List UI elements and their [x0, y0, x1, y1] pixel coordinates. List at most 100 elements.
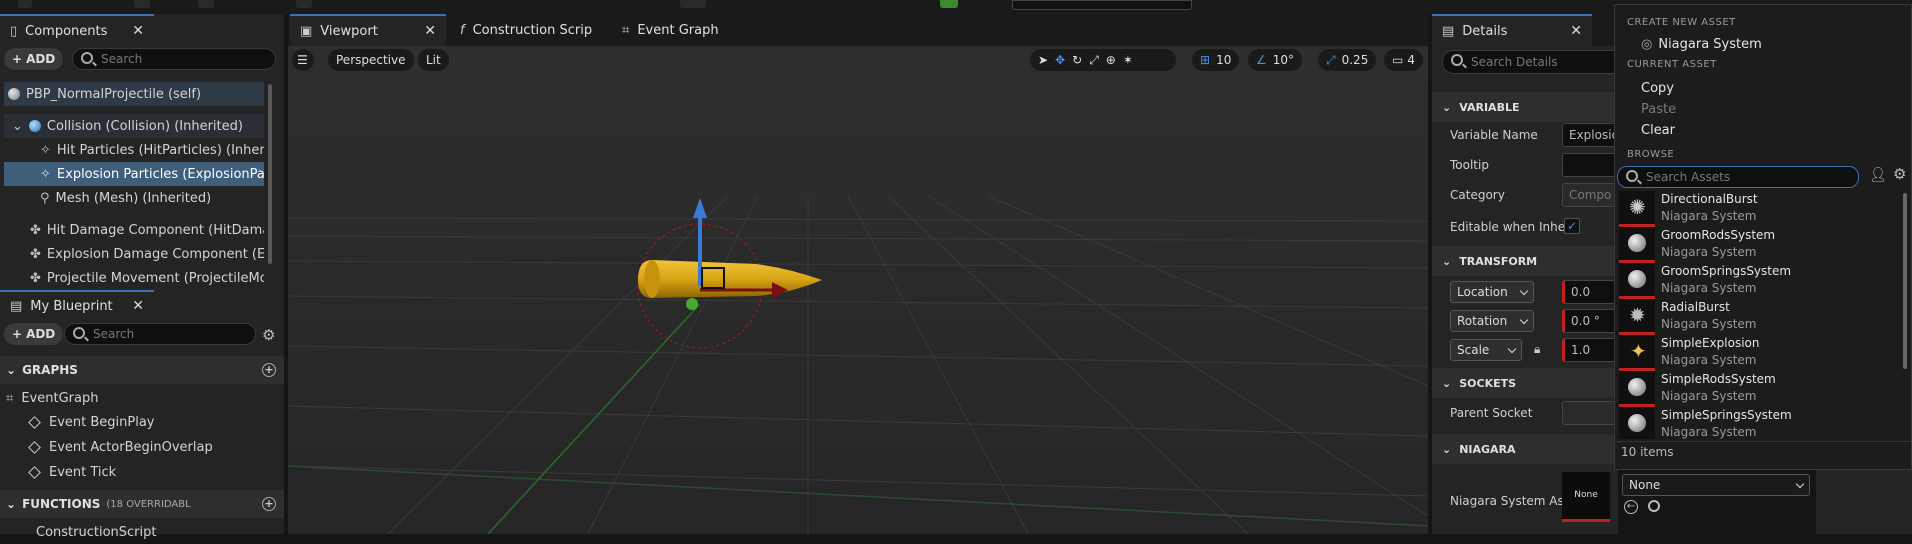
- view-mode-button[interactable]: Lit: [418, 49, 449, 71]
- niagara-section-header[interactable]: ⌄ NIAGARA: [1432, 434, 1618, 464]
- perspective-button[interactable]: Perspective: [328, 49, 414, 71]
- chevron-down-icon[interactable]: ⌄: [12, 119, 23, 134]
- details-search-input[interactable]: Search Details: [1442, 50, 1618, 74]
- rotation-x-input[interactable]: 0.0 °: [1562, 309, 1618, 333]
- tree-row-explosion-damage[interactable]: ✤ Explosion Damage Component (ExplosionDa…: [30, 242, 264, 266]
- scale-x-input[interactable]: 1.0: [1562, 338, 1618, 362]
- asset-list-scrollbar[interactable]: [1903, 193, 1907, 369]
- close-icon[interactable]: ✕: [132, 298, 144, 314]
- tree-row-projectile-movement[interactable]: ✤ Projectile Movement (ProjectileMovement…: [30, 266, 264, 290]
- tree-row-hit-particles[interactable]: ✧ Hit Particles (HitParticles) (Inherited…: [40, 138, 264, 162]
- scale-label: Scale: [1457, 343, 1490, 357]
- event-item-actorbeginoverlap[interactable]: Event ActorBeginOverlap: [0, 435, 284, 459]
- variable-name-input[interactable]: Explosio: [1562, 123, 1618, 147]
- functions-section-header[interactable]: ⌄ FUNCTIONS (18 OVERRIDABL +: [0, 490, 284, 518]
- world-icon[interactable]: ⊕: [1106, 53, 1123, 67]
- rotation-snap-value: 10°: [1272, 53, 1295, 67]
- move-icon[interactable]: ✥: [1055, 53, 1072, 67]
- search-icon[interactable]: [1648, 500, 1660, 512]
- viewport-menu-button[interactable]: ☰: [292, 49, 314, 71]
- gizmo-pivot[interactable]: [686, 298, 698, 310]
- add-blueprint-button[interactable]: + ADD: [4, 323, 64, 345]
- tab-components[interactable]: ▯ Components ✕: [0, 14, 154, 46]
- tree-row-explosion-particles[interactable]: ✧ Explosion Particles (ExplosionParticles…: [4, 162, 264, 186]
- copy-menu-item[interactable]: Copy: [1641, 81, 1674, 96]
- close-icon[interactable]: ✕: [424, 23, 436, 39]
- tab-event-graph[interactable]: ⌗ Event Graph: [612, 14, 762, 46]
- asset-type: Niagara System: [1661, 425, 1757, 439]
- user-icon[interactable]: 👤︎: [1869, 167, 1887, 183]
- event-item-beginplay[interactable]: Event BeginPlay: [0, 410, 284, 434]
- tree-row-mesh[interactable]: ⚲ Mesh (Mesh) (Inherited): [40, 186, 264, 210]
- toolbar-icon[interactable]: [296, 0, 312, 8]
- clear-menu-item[interactable]: Clear: [1641, 123, 1675, 138]
- tree-row-self[interactable]: PBP_NormalProjectile (self): [4, 82, 264, 106]
- toolbar-icon[interactable]: [198, 0, 214, 8]
- rotation-value: 0.0 °: [1571, 314, 1600, 328]
- asset-item[interactable]: SimpleSpringsSystem Niagara System: [1619, 407, 1899, 439]
- add-function-icon[interactable]: +: [262, 497, 276, 511]
- browse-to-asset-icon[interactable]: ←: [1624, 500, 1638, 514]
- asset-search-input[interactable]: Search Assets: [1617, 166, 1859, 188]
- toolbar-icon[interactable]: [134, 0, 150, 8]
- tree-row-collision[interactable]: ⌄ Collision (Collision) (Inherited): [4, 114, 264, 138]
- components-scrollbar[interactable]: [268, 84, 272, 264]
- asset-item[interactable]: ✦ SimpleExplosion Niagara System: [1619, 335, 1899, 371]
- category-combobox[interactable]: Compo: [1562, 183, 1618, 207]
- grid-snap-toggle[interactable]: ⊞ 10: [1192, 49, 1240, 71]
- platform-dropdown[interactable]: [1012, 0, 1192, 10]
- asset-item[interactable]: GroomSpringsSystem Niagara System: [1619, 263, 1899, 299]
- graphs-section-header[interactable]: ⌄ GRAPHS +: [0, 356, 284, 384]
- tree-label: Collision (Collision) (Inherited): [46, 118, 243, 134]
- variable-section-header[interactable]: ⌄ VARIABLE: [1432, 92, 1618, 122]
- asset-item[interactable]: SimpleRodsSystem Niagara System: [1619, 371, 1899, 407]
- surface-snap-icon[interactable]: ✶: [1123, 53, 1140, 67]
- components-search-input[interactable]: Search: [72, 48, 276, 70]
- tab-details[interactable]: ▤ Details ✕: [1432, 14, 1592, 46]
- tab-construction-script[interactable]: f Construction Scrip: [450, 14, 600, 46]
- gear-icon[interactable]: ⚙: [262, 326, 275, 344]
- event-item-tick[interactable]: Event Tick: [0, 460, 284, 484]
- niagara-asset-thumbnail[interactable]: None: [1562, 472, 1610, 522]
- blueprint-search-input[interactable]: Search: [64, 323, 256, 345]
- rotation-snap-toggle[interactable]: ∠ 10°: [1248, 49, 1303, 71]
- select-icon[interactable]: ➤: [1038, 53, 1055, 67]
- create-niagara-system-item[interactable]: ◎ Niagara System: [1641, 37, 1762, 52]
- paste-menu-item[interactable]: Paste: [1641, 102, 1676, 117]
- tab-my-blueprint[interactable]: ▤ My Blueprint ✕: [0, 290, 154, 320]
- asset-item[interactable]: GroomRodsSystem Niagara System: [1619, 227, 1899, 263]
- toolbar-icon[interactable]: [680, 0, 706, 8]
- close-icon[interactable]: ✕: [132, 23, 144, 39]
- add-component-button[interactable]: + ADD: [4, 48, 64, 70]
- transform-section-header[interactable]: ⌄ TRANSFORM: [1432, 246, 1618, 276]
- scale-dropdown[interactable]: Scale: [1450, 339, 1522, 361]
- scale-icon[interactable]: ⤢: [1089, 53, 1106, 68]
- tab-viewport[interactable]: ▣ Viewport ✕: [290, 14, 446, 46]
- function-item-constructionscript[interactable]: ConstructionScript: [0, 520, 284, 544]
- location-x-input[interactable]: 0.0: [1562, 280, 1618, 304]
- asset-item[interactable]: ✺ DirectionalBurst Niagara System: [1619, 191, 1899, 227]
- viewport-canvas[interactable]: ☰ Perspective Lit ➤ ✥ ↻ ⤢ ⊕ ✶ ⊞ 10 ∠ 10° ⤢ 0.25 …: [288, 46, 1428, 534]
- gear-icon[interactable]: ⚙: [1893, 165, 1906, 183]
- toolbar-icon[interactable]: [18, 0, 32, 8]
- tree-row-hit-damage[interactable]: ✤ Hit Damage Component (HitDamageComponen…: [30, 218, 264, 242]
- sockets-section-header[interactable]: ⌄ SOCKETS: [1432, 368, 1618, 398]
- niagara-asset-dropdown[interactable]: None: [1622, 474, 1810, 496]
- tree-label: PBP_NormalProjectile (self): [26, 86, 202, 102]
- editable-checkbox[interactable]: ✓: [1564, 218, 1580, 234]
- parent-socket-field[interactable]: [1562, 401, 1618, 425]
- asset-item[interactable]: ✹ RadialBurst Niagara System: [1619, 299, 1899, 335]
- rotate-icon[interactable]: ↻: [1072, 53, 1089, 67]
- camera-speed-button[interactable]: ▭ 4: [1384, 49, 1423, 71]
- play-icon[interactable]: [940, 0, 958, 8]
- tooltip-input[interactable]: [1562, 153, 1618, 177]
- close-icon[interactable]: ✕: [1570, 23, 1582, 39]
- location-dropdown[interactable]: Location: [1450, 281, 1534, 303]
- viewport-scene[interactable]: [288, 46, 1428, 534]
- lock-icon[interactable]: 🔒︎: [1534, 342, 1540, 357]
- scale-snap-toggle[interactable]: ⤢ 0.25: [1318, 49, 1377, 71]
- transform-tools[interactable]: ➤ ✥ ↻ ⤢ ⊕ ✶: [1030, 49, 1176, 71]
- add-graph-icon[interactable]: +: [262, 363, 276, 377]
- rotation-dropdown[interactable]: Rotation: [1450, 310, 1534, 332]
- graph-item-eventgraph[interactable]: ⌗ EventGraph: [0, 386, 284, 410]
